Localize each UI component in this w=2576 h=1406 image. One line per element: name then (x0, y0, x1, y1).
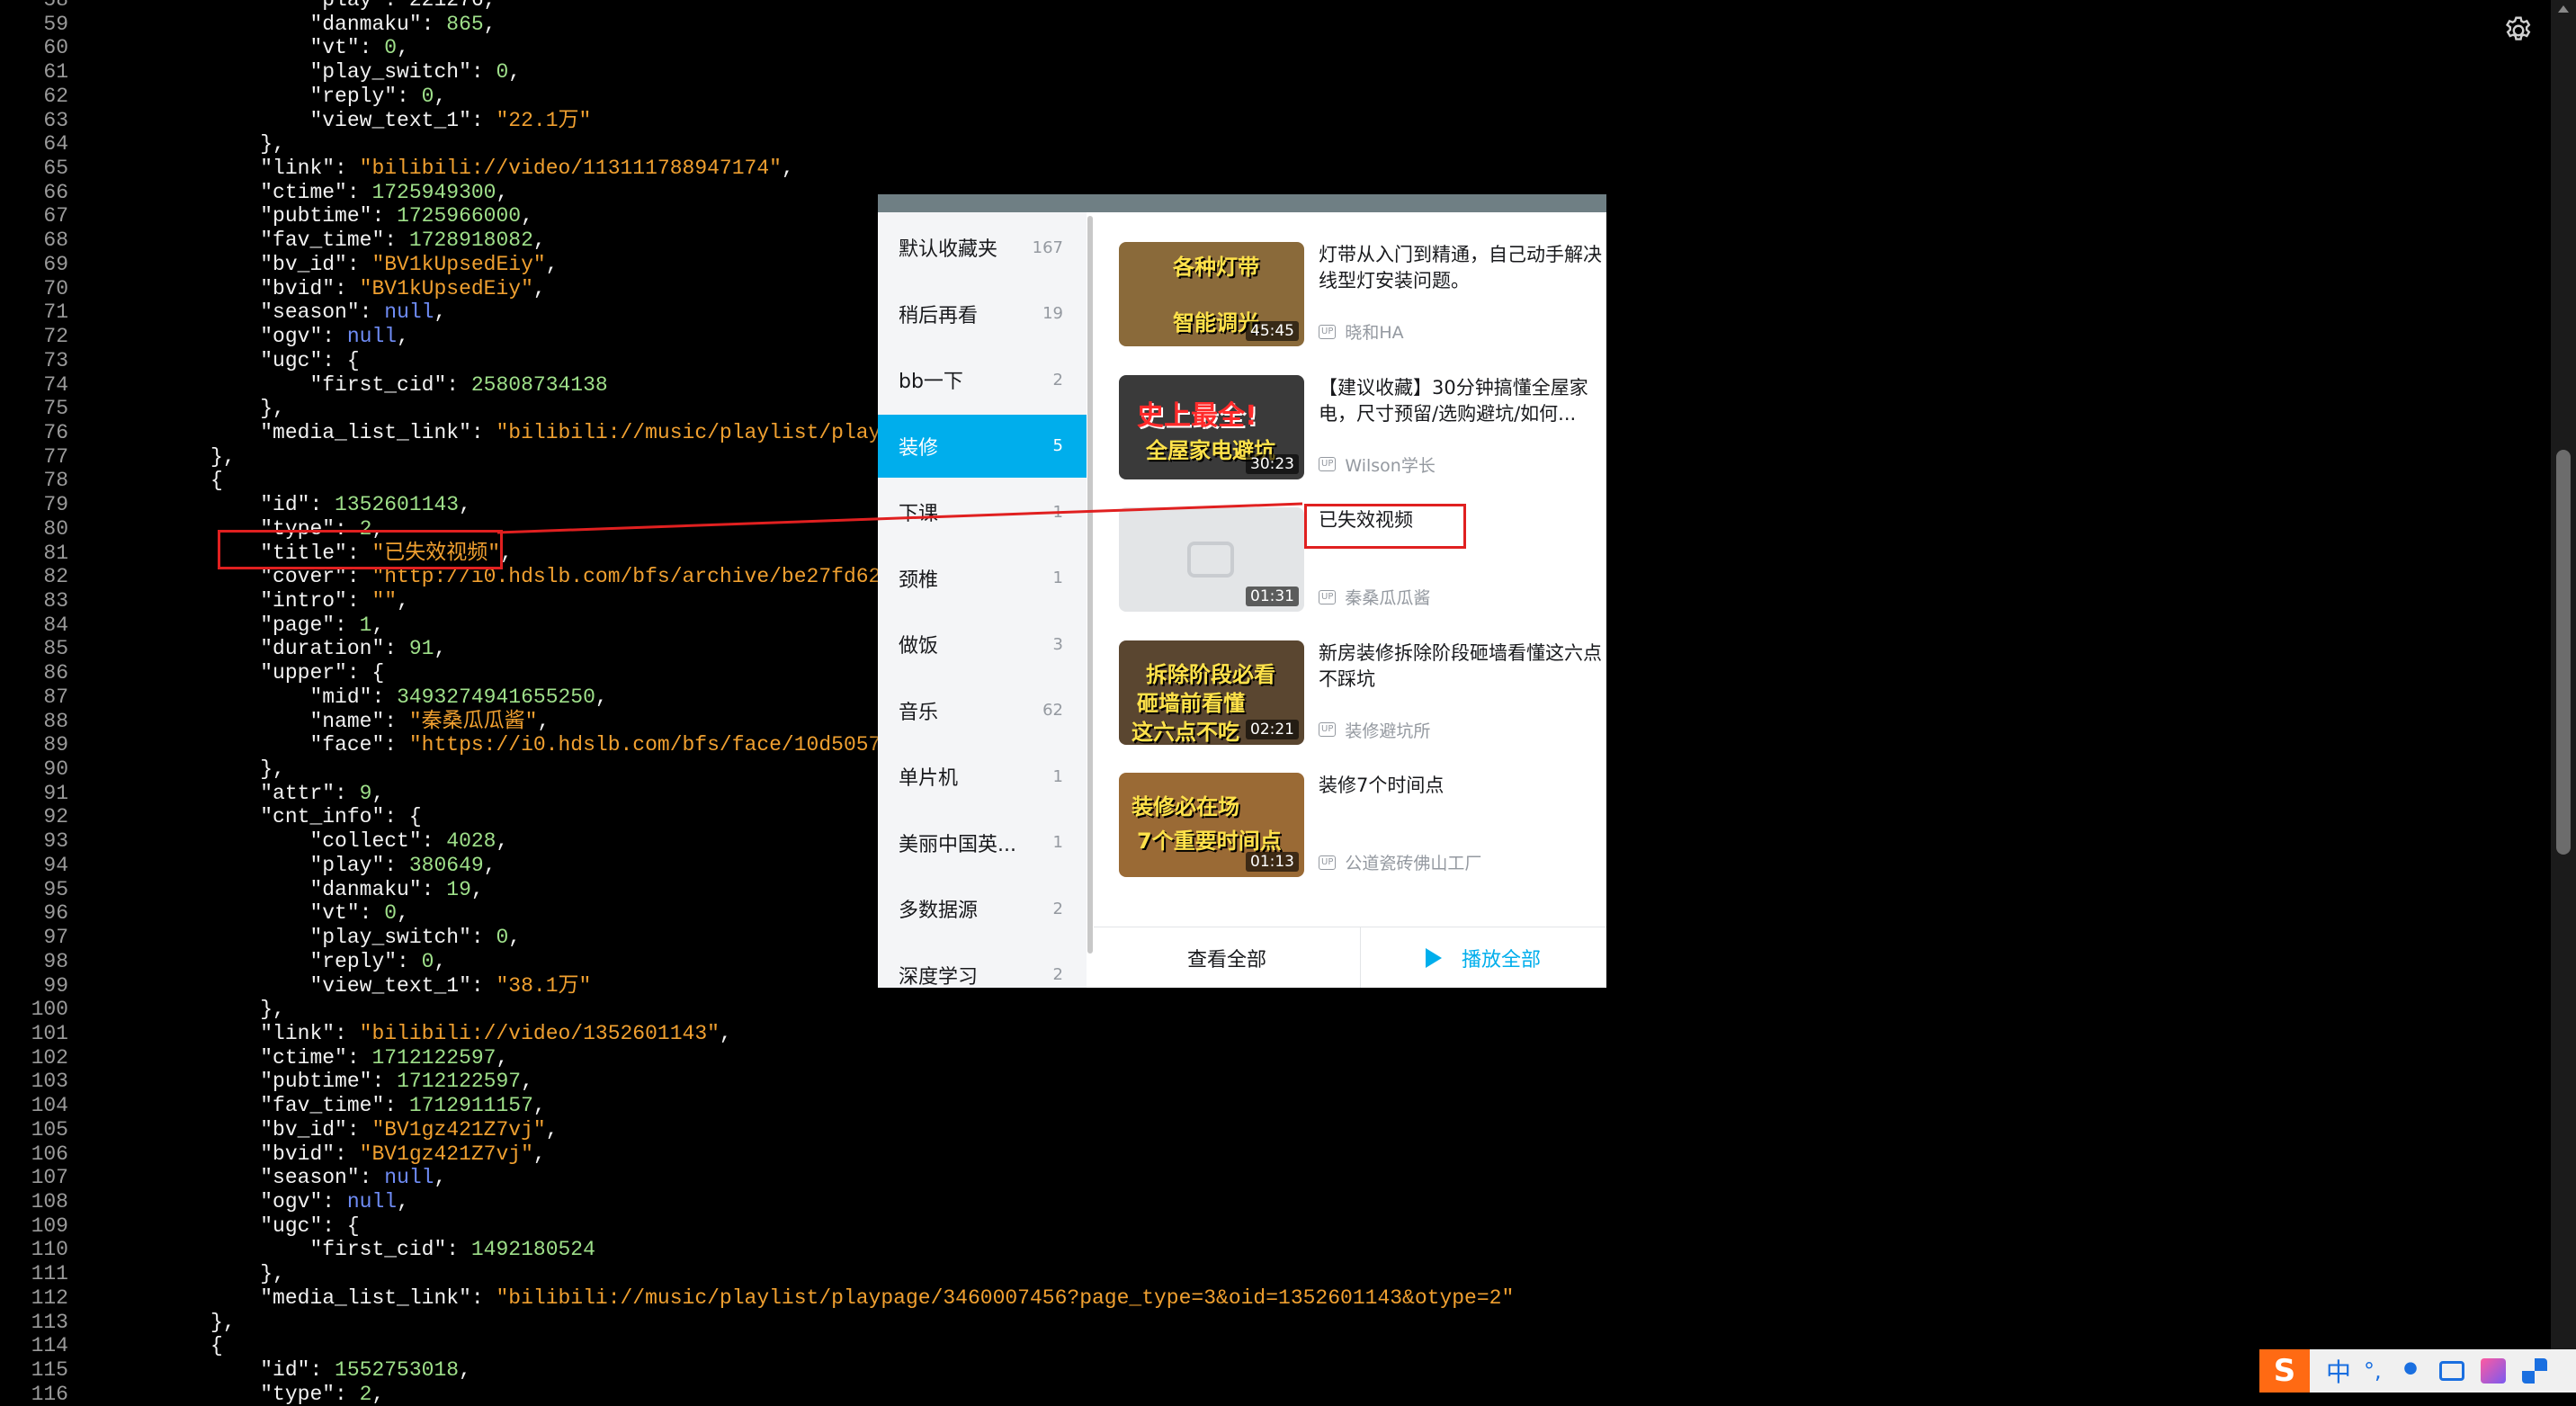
sogou-ime-logo-icon[interactable]: S (2259, 1349, 2310, 1393)
toolbox-grid-icon[interactable] (2521, 1358, 2547, 1384)
ime-language-toggle[interactable]: 中 (2326, 1353, 2351, 1389)
microphone-icon[interactable] (2397, 1358, 2423, 1384)
annotation-connector-line (496, 502, 1303, 534)
keyboard-icon[interactable] (2438, 1361, 2464, 1381)
ime-toolbar: S 中 °, (2259, 1349, 2576, 1393)
skin-icon[interactable] (2480, 1358, 2506, 1384)
ime-punctuation-toggle[interactable]: °, (2364, 1358, 2382, 1384)
